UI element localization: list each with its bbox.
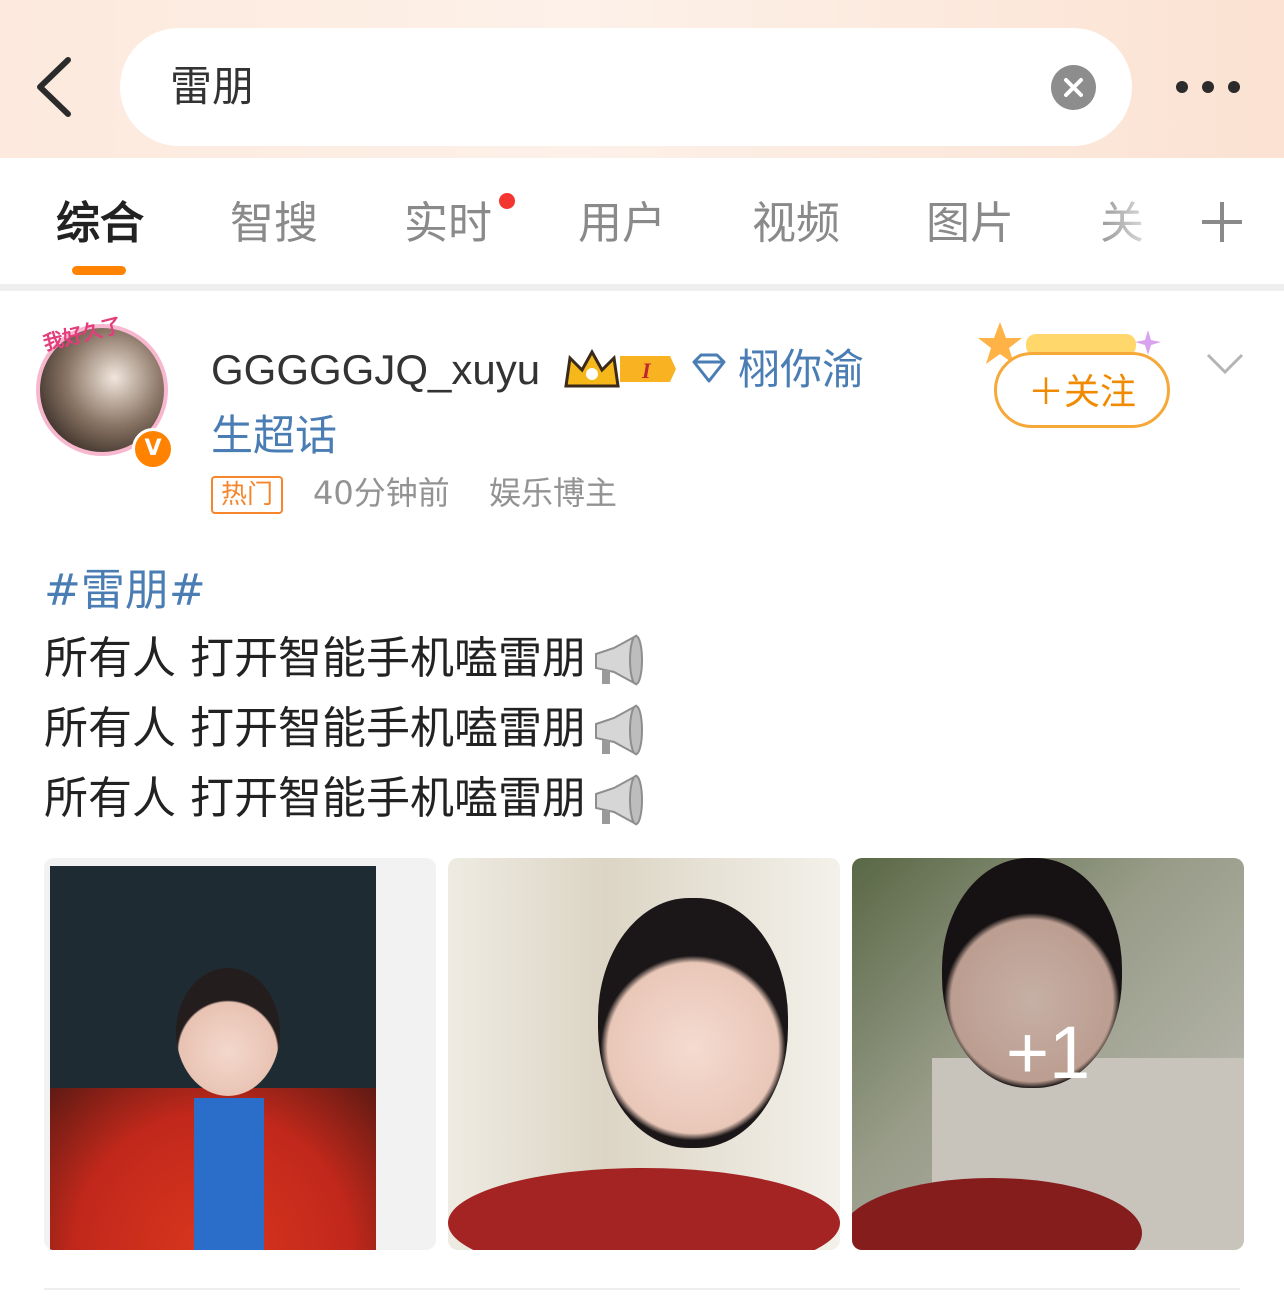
post-text-line: 所有人 打开智能手机嗑雷朋 bbox=[44, 700, 648, 760]
add-tab-icon[interactable] bbox=[1200, 200, 1244, 244]
notification-dot bbox=[499, 193, 515, 209]
post-text-line: 所有人 打开智能手机嗑雷朋 bbox=[44, 770, 648, 830]
search-query[interactable]: 雷朋 bbox=[170, 28, 254, 146]
megaphone-icon bbox=[595, 704, 643, 756]
supertopic-link[interactable]: 栩你渝 bbox=[738, 342, 864, 398]
tab-videos[interactable]: 视频 bbox=[752, 196, 840, 252]
image-detail bbox=[448, 1168, 840, 1250]
megaphone-icon bbox=[595, 634, 643, 686]
hashtag-link[interactable]: #雷朋# bbox=[44, 562, 206, 620]
post-divider bbox=[44, 1288, 1240, 1290]
post-image-2[interactable] bbox=[448, 858, 840, 1250]
image-detail bbox=[176, 968, 280, 1096]
crown-badge-icon[interactable]: I bbox=[562, 346, 678, 392]
hot-badge: 热门 bbox=[211, 476, 284, 514]
supertopic-link-cont[interactable]: 生超话 bbox=[211, 408, 337, 464]
post-image-3[interactable]: +1 bbox=[852, 858, 1244, 1250]
svg-text:I: I bbox=[641, 358, 652, 383]
more-dots-icon[interactable] bbox=[1172, 70, 1244, 104]
section-divider bbox=[0, 284, 1284, 291]
post-time: 40分钟前 bbox=[313, 474, 450, 512]
tab-comprehensive[interactable]: 综合 bbox=[56, 196, 144, 252]
follow-button[interactable]: ＋关注 bbox=[994, 352, 1170, 428]
verified-badge-icon: V bbox=[132, 428, 174, 470]
diamond-icon bbox=[692, 353, 726, 383]
search-input[interactable]: 雷朋 bbox=[120, 28, 1132, 146]
clear-icon[interactable] bbox=[1051, 65, 1096, 110]
image-detail bbox=[194, 1098, 264, 1250]
tab-users[interactable]: 用户 bbox=[578, 196, 666, 252]
post-text: 所有人 打开智能手机嗑雷朋 bbox=[44, 773, 586, 824]
post-text: 所有人 打开智能手机嗑雷朋 bbox=[44, 703, 586, 754]
tab-smart-search[interactable]: 智搜 bbox=[230, 196, 318, 252]
top-bar: 雷朋 bbox=[0, 0, 1284, 158]
post-text-line: 所有人 打开智能手机嗑雷朋 bbox=[44, 630, 648, 690]
active-tab-indicator bbox=[72, 266, 126, 275]
megaphone-icon bbox=[595, 774, 643, 826]
back-arrow-icon[interactable] bbox=[28, 52, 84, 122]
tab-realtime[interactable]: 实时 bbox=[404, 196, 492, 252]
post-text: 所有人 打开智能手机嗑雷朋 bbox=[44, 633, 586, 684]
username[interactable]: GGGGGJQ_xuyu bbox=[211, 344, 540, 396]
image-detail bbox=[598, 898, 788, 1148]
chevron-down-icon[interactable] bbox=[1206, 352, 1244, 376]
user-role: 娱乐博主 bbox=[489, 474, 618, 512]
more-images-count: +1 bbox=[1005, 1011, 1091, 1094]
post-image-1[interactable] bbox=[44, 858, 436, 1250]
tab-fade bbox=[1090, 158, 1180, 286]
tab-images[interactable]: 图片 bbox=[926, 196, 1014, 252]
